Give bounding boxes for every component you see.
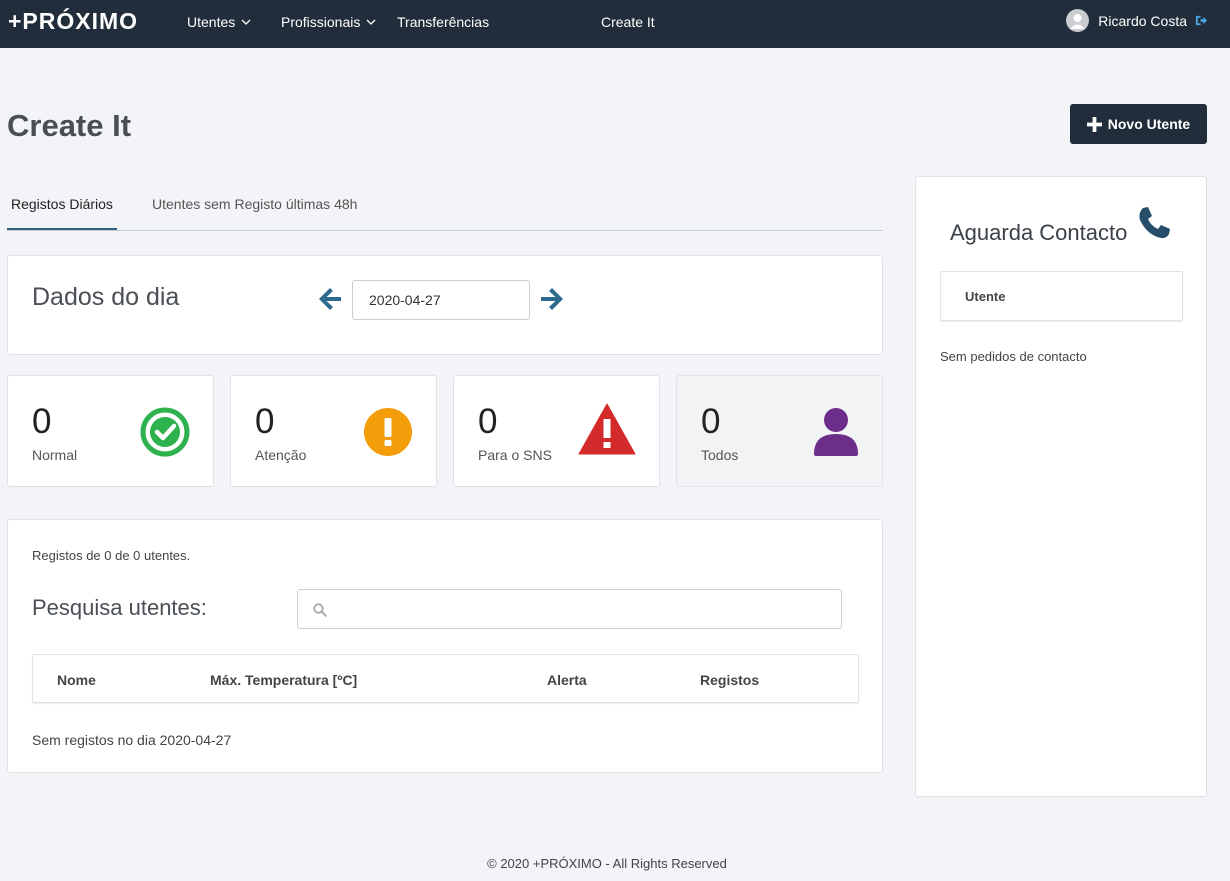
tab-bar: Registos Diários Utentes sem Registo últ… [7, 186, 883, 231]
column-header[interactable]: Nome [57, 672, 96, 688]
top-navbar: +PRÓXIMO Utentes Profissionais Transferê… [0, 0, 1230, 48]
column-header[interactable]: Utente [965, 289, 1005, 304]
nav-utentes[interactable]: Utentes [187, 14, 251, 30]
column-header[interactable]: Registos [700, 672, 759, 688]
footer: © 2020 +PRÓXIMO - All Rights Reserved [487, 856, 727, 871]
tab-utentes-sem-registo[interactable]: Utentes sem Registo últimas 48h [148, 196, 361, 230]
dados-title: Dados do dia [32, 283, 180, 311]
tab-registos-diarios[interactable]: Registos Diários [7, 196, 117, 230]
stat-value: 0 [32, 402, 52, 441]
utente-column-header: Utente [940, 271, 1183, 321]
stat-todos[interactable]: 0 Todos [676, 375, 883, 487]
panel-title: Aguarda Contacto [950, 220, 1128, 245]
stat-label: Para o SNS [478, 447, 552, 463]
stat-normal[interactable]: 0 Normal [7, 375, 214, 487]
date-input[interactable] [352, 280, 530, 320]
stat-value: 0 [255, 402, 275, 441]
stat-value: 0 [478, 402, 498, 441]
nav-profissionais[interactable]: Profissionais [281, 14, 376, 30]
search-icon [313, 603, 327, 617]
empty-message: Sem registos no dia 2020-04-27 [32, 732, 232, 748]
chevron-down-icon [366, 19, 376, 25]
registos-table-header: Nome Máx. Temperatura [ºC] Alerta Regist… [32, 654, 859, 703]
user-menu[interactable]: Ricardo Costa [1066, 9, 1208, 32]
logout-icon[interactable] [1195, 14, 1208, 27]
empty-message: Sem pedidos de contacto [940, 349, 1087, 364]
plus-icon [1086, 116, 1102, 132]
warning-triangle-icon [578, 403, 636, 455]
search-label: Pesquisa utentes: [32, 595, 207, 620]
stat-label: Todos [701, 447, 739, 463]
column-header[interactable]: Alerta [547, 672, 587, 688]
user-icon [814, 408, 858, 456]
search-input[interactable] [297, 589, 842, 629]
page-title: Create It [7, 108, 132, 143]
column-header[interactable]: Máx. Temperatura [ºC] [210, 672, 357, 688]
new-utente-button[interactable]: Novo Utente [1070, 104, 1207, 144]
avatar [1066, 9, 1090, 32]
stat-atencao[interactable]: 0 Atenção [230, 375, 437, 487]
nav-create-it[interactable]: Create It [601, 14, 655, 30]
nav-create-it-label: Create It [601, 14, 655, 30]
nav-utentes-label: Utentes [187, 14, 236, 30]
brand-logo[interactable]: +PRÓXIMO [8, 8, 138, 35]
registos-card: Registos de 0 de 0 utentes. Pesquisa ute… [7, 519, 883, 773]
new-utente-label: Novo Utente [1107, 116, 1191, 132]
user-name: Ricardo Costa [1098, 12, 1187, 29]
nav-transferencias[interactable]: Transferências [397, 14, 489, 30]
aguarda-contacto-panel: Aguarda Contacto Utente Sem pedidos de c… [915, 176, 1207, 797]
exclamation-circle-icon [364, 408, 412, 456]
nav-transferencias-label: Transferências [397, 14, 490, 30]
stat-label: Normal [32, 447, 78, 463]
dados-do-dia-card: Dados do dia [7, 255, 883, 355]
nav-profissionais-label: Profissionais [281, 14, 361, 30]
user-avatar-icon [1070, 14, 1086, 29]
stat-para-o-sns[interactable]: 0 Para o SNS [453, 375, 660, 487]
check-circle-icon [140, 407, 190, 457]
stat-value: 0 [701, 402, 721, 441]
phone-icon [1139, 207, 1170, 239]
arrow-left-icon[interactable] [317, 286, 343, 312]
arrow-right-icon[interactable] [539, 286, 565, 312]
registos-count: Registos de 0 de 0 utentes. [32, 548, 191, 563]
chevron-down-icon [241, 19, 251, 25]
stat-label: Atenção [255, 447, 307, 463]
